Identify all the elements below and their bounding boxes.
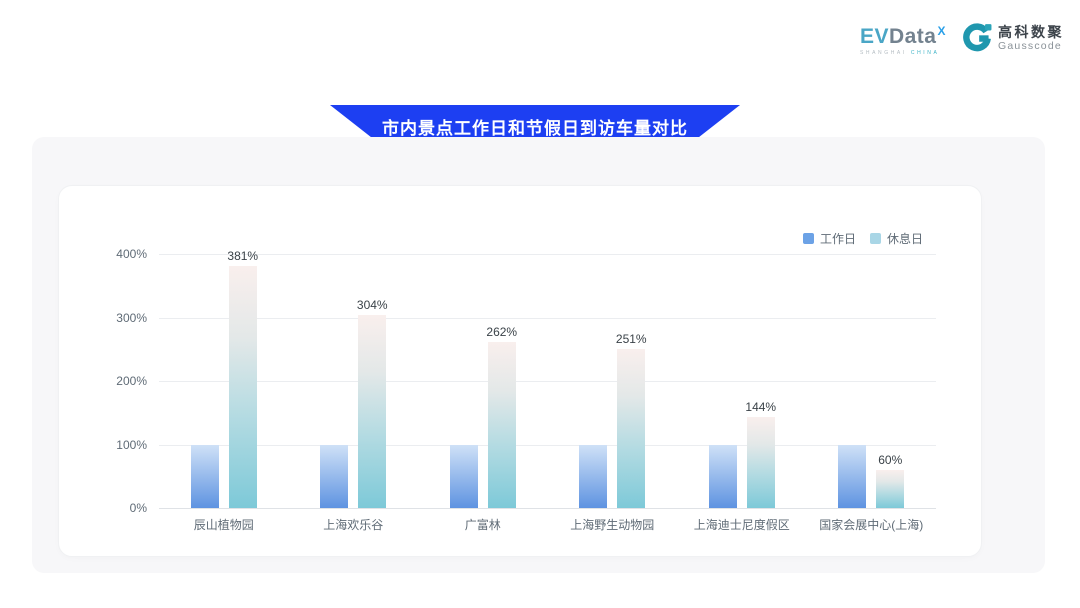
evdata-subtext: SHANGHAI CHINA	[860, 50, 939, 56]
x-axis: 辰山植物园上海欢乐谷广富林上海野生动物园上海迪士尼度假区国家会展中心(上海)	[159, 516, 936, 533]
chart-card: 工作日 休息日 400% 300% 200% 100% 0% 381% 304% 262% 25…	[58, 185, 982, 557]
page: EVDataX SHANGHAI CHINA 高科数聚 Gausscode 市内…	[0, 0, 1080, 608]
bar-restday[interactable]: 144%	[747, 417, 775, 508]
gausscode-text: 高科数聚 Gausscode	[998, 25, 1064, 52]
legend-item[interactable]: 工作日	[803, 230, 856, 247]
gausscode-logo: 高科数聚 Gausscode	[962, 23, 1064, 53]
x-axis-line	[159, 508, 936, 509]
x-category-label: 广富林	[418, 516, 548, 533]
bar-value-label: 304%	[357, 298, 388, 312]
evdata-wordmark: EVDataX	[860, 20, 946, 48]
chart-title: 市内景点工作日和节假日到访车量对比	[382, 114, 688, 139]
x-category-label: 辰山植物园	[159, 516, 289, 533]
legend-item[interactable]: 休息日	[870, 230, 923, 247]
bar-value-label: 60%	[878, 453, 902, 467]
x-category-label: 国家会展中心(上海)	[807, 516, 937, 533]
header-logos: EVDataX SHANGHAI CHINA 高科数聚 Gausscode	[860, 20, 1064, 56]
bar-group: 381%	[159, 254, 289, 508]
bar-workday[interactable]	[838, 445, 866, 509]
bar-group: 144%	[677, 254, 807, 508]
gausscode-en-label: Gausscode	[998, 40, 1064, 52]
evdata-ev-text: EV	[860, 25, 889, 48]
bar-restday[interactable]: 60%	[876, 470, 904, 508]
bar-workday[interactable]	[579, 445, 607, 509]
y-tick-label: 0%	[130, 501, 147, 515]
bar-restday[interactable]: 304%	[358, 315, 386, 508]
bar-workday[interactable]	[709, 445, 737, 509]
x-category-label: 上海野生动物园	[548, 516, 678, 533]
gausscode-g-icon	[962, 23, 992, 53]
bar-group: 60%	[807, 254, 937, 508]
bar-value-label: 381%	[227, 249, 258, 263]
evdata-logo: EVDataX SHANGHAI CHINA	[860, 20, 946, 56]
y-tick-label: 100%	[116, 438, 147, 452]
gausscode-cn-label: 高科数聚	[998, 25, 1064, 40]
bar-value-label: 144%	[745, 400, 776, 414]
x-category-label: 上海迪士尼度假区	[677, 516, 807, 533]
bar-restday[interactable]: 262%	[488, 342, 516, 508]
evdata-data-text: Data	[889, 25, 937, 48]
y-tick-label: 400%	[116, 247, 147, 261]
legend: 工作日 休息日	[803, 230, 923, 247]
plot-area: 381% 304% 262% 251% 144% 60%	[159, 254, 936, 508]
legend-marker-icon	[803, 233, 814, 244]
bar-group: 262%	[418, 254, 548, 508]
bar-slots: 381% 304% 262% 251% 144% 60%	[159, 254, 936, 508]
legend-label: 休息日	[887, 230, 923, 247]
y-tick-label: 300%	[116, 311, 147, 325]
y-tick-label: 200%	[116, 374, 147, 388]
chart-panel: 工作日 休息日 400% 300% 200% 100% 0% 381% 304% 262% 25…	[32, 137, 1045, 573]
bar-workday[interactable]	[320, 445, 348, 509]
evdata-x-icon: X	[937, 24, 946, 38]
bar-workday[interactable]	[450, 445, 478, 509]
y-axis: 400%300%200%100%0%	[59, 254, 147, 508]
legend-label: 工作日	[820, 230, 856, 247]
bar-value-label: 262%	[486, 325, 517, 339]
x-category-label: 上海欢乐谷	[289, 516, 419, 533]
bar-workday[interactable]	[191, 445, 219, 509]
bar-value-label: 251%	[616, 332, 647, 346]
legend-marker-icon	[870, 233, 881, 244]
bar-group: 304%	[289, 254, 419, 508]
bar-group: 251%	[548, 254, 678, 508]
bar-restday[interactable]: 251%	[617, 349, 645, 508]
bar-restday[interactable]: 381%	[229, 266, 257, 508]
